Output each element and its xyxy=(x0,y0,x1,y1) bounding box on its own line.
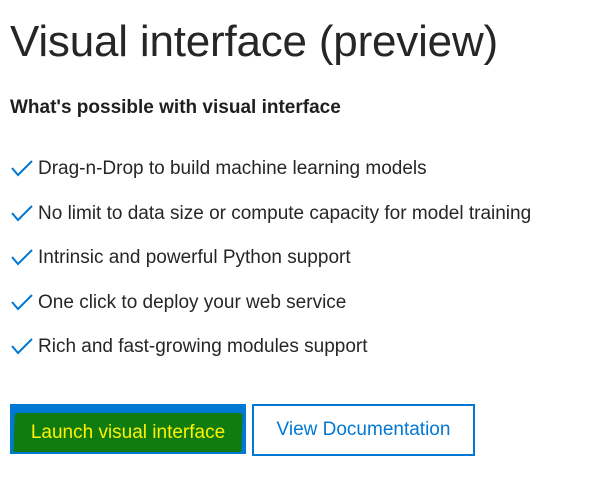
feature-item: One click to deploy your web service xyxy=(10,281,531,326)
section-subtitle: What's possible with visual interface xyxy=(10,97,341,118)
feature-text: One click to deploy your web service xyxy=(38,291,347,313)
checkmark-icon xyxy=(10,204,34,224)
feature-text: No limit to data size or compute capacit… xyxy=(38,202,532,224)
feature-item: Rich and fast-growing modules support xyxy=(10,325,531,370)
checkmark-icon xyxy=(10,337,34,357)
checkmark-icon xyxy=(10,248,34,268)
feature-text: Drag-n-Drop to build machine learning mo… xyxy=(38,158,427,180)
feature-list: Drag-n-Drop to build machine learning mo… xyxy=(10,147,531,370)
launch-button-label: Launch visual interface xyxy=(30,422,226,443)
checkmark-icon xyxy=(10,159,34,179)
feature-item: Intrinsic and powerful Python support xyxy=(10,236,531,281)
action-buttons: Launch visual interface View Documentati… xyxy=(10,404,475,456)
view-documentation-button[interactable]: View Documentation xyxy=(252,404,475,456)
feature-text: Intrinsic and powerful Python support xyxy=(38,247,351,269)
checkmark-icon xyxy=(10,293,34,313)
feature-text: Rich and fast-growing modules support xyxy=(38,336,368,358)
feature-item: No limit to data size or compute capacit… xyxy=(10,192,531,237)
launch-visual-interface-button[interactable]: Launch visual interface xyxy=(10,404,246,454)
docs-button-label: View Documentation xyxy=(276,419,451,440)
feature-item: Drag-n-Drop to build machine learning mo… xyxy=(10,147,531,192)
page-title: Visual interface (preview) xyxy=(10,17,498,66)
